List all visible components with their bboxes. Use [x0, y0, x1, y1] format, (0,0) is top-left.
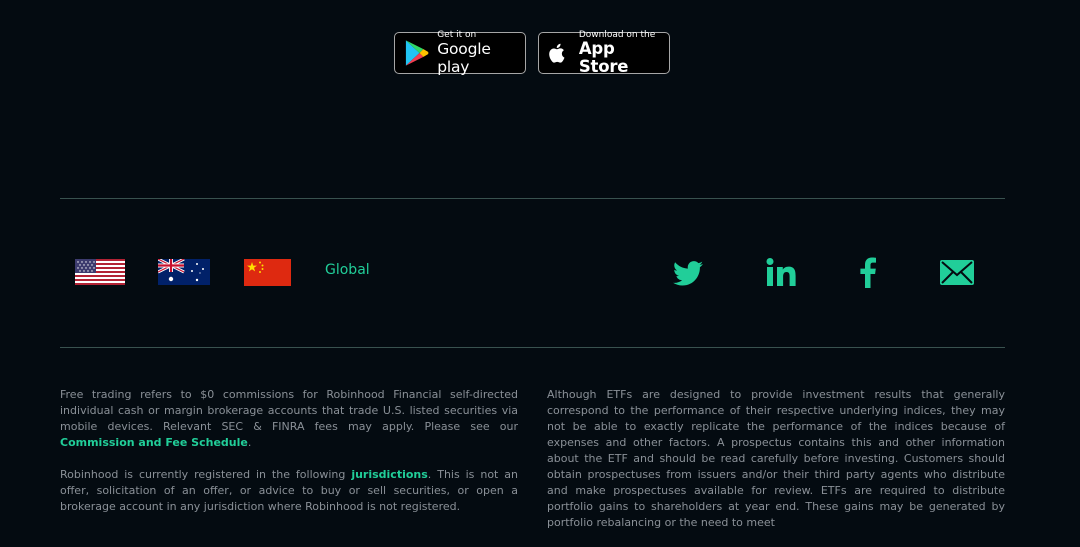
google-play-icon: [405, 40, 429, 66]
disclosure-commissions-text: Free trading refers to $0 commissions fo…: [60, 388, 518, 433]
google-play-badge[interactable]: Get it on Google play: [394, 30, 526, 76]
disclosure-jurisdictions: Robinhood is currently registered in the…: [60, 467, 518, 515]
disclosure-commissions-end: .: [247, 436, 252, 449]
app-store-badge[interactable]: Download on the App Store: [538, 30, 670, 76]
facebook-link[interactable]: [860, 257, 876, 292]
google-badge-small-text: Get it on: [437, 30, 477, 40]
jurisdictions-link[interactable]: jurisdictions: [351, 468, 427, 481]
linkedin-link[interactable]: [766, 258, 796, 290]
apple-icon: [549, 43, 565, 63]
email-link[interactable]: [940, 260, 974, 289]
twitter-link[interactable]: [673, 261, 703, 290]
facebook-icon: [860, 257, 876, 288]
google-badge-big-text: Google play: [437, 40, 491, 76]
cn-flag[interactable]: [244, 259, 291, 290]
disclosure-commissions: Free trading refers to $0 commissions fo…: [60, 387, 518, 451]
top-divider: [60, 198, 1005, 199]
us-flag[interactable]: [75, 259, 125, 289]
au-flag[interactable]: [157, 257, 210, 289]
disclosure-jurisdictions-text: Robinhood is currently registered in the…: [60, 468, 352, 481]
twitter-icon: [673, 261, 703, 286]
linkedin-icon: [766, 258, 796, 286]
disclosure-right: Although ETFs are designed to provide in…: [547, 387, 1005, 547]
global-link[interactable]: Global: [325, 262, 370, 278]
au-flag-icon: [157, 257, 210, 285]
disclosure-left: Free trading refers to $0 commissions fo…: [60, 387, 518, 531]
disclosure-etf: Although ETFs are designed to provide in…: [547, 388, 1005, 529]
us-flag-icon: [75, 259, 125, 285]
bottom-divider: [60, 347, 1005, 348]
apple-badge-big-text: App Store: [578, 39, 629, 76]
email-icon: [940, 260, 974, 285]
cn-flag-icon: [244, 259, 291, 286]
commission-fee-link[interactable]: Commission and Fee Schedule: [60, 436, 248, 449]
